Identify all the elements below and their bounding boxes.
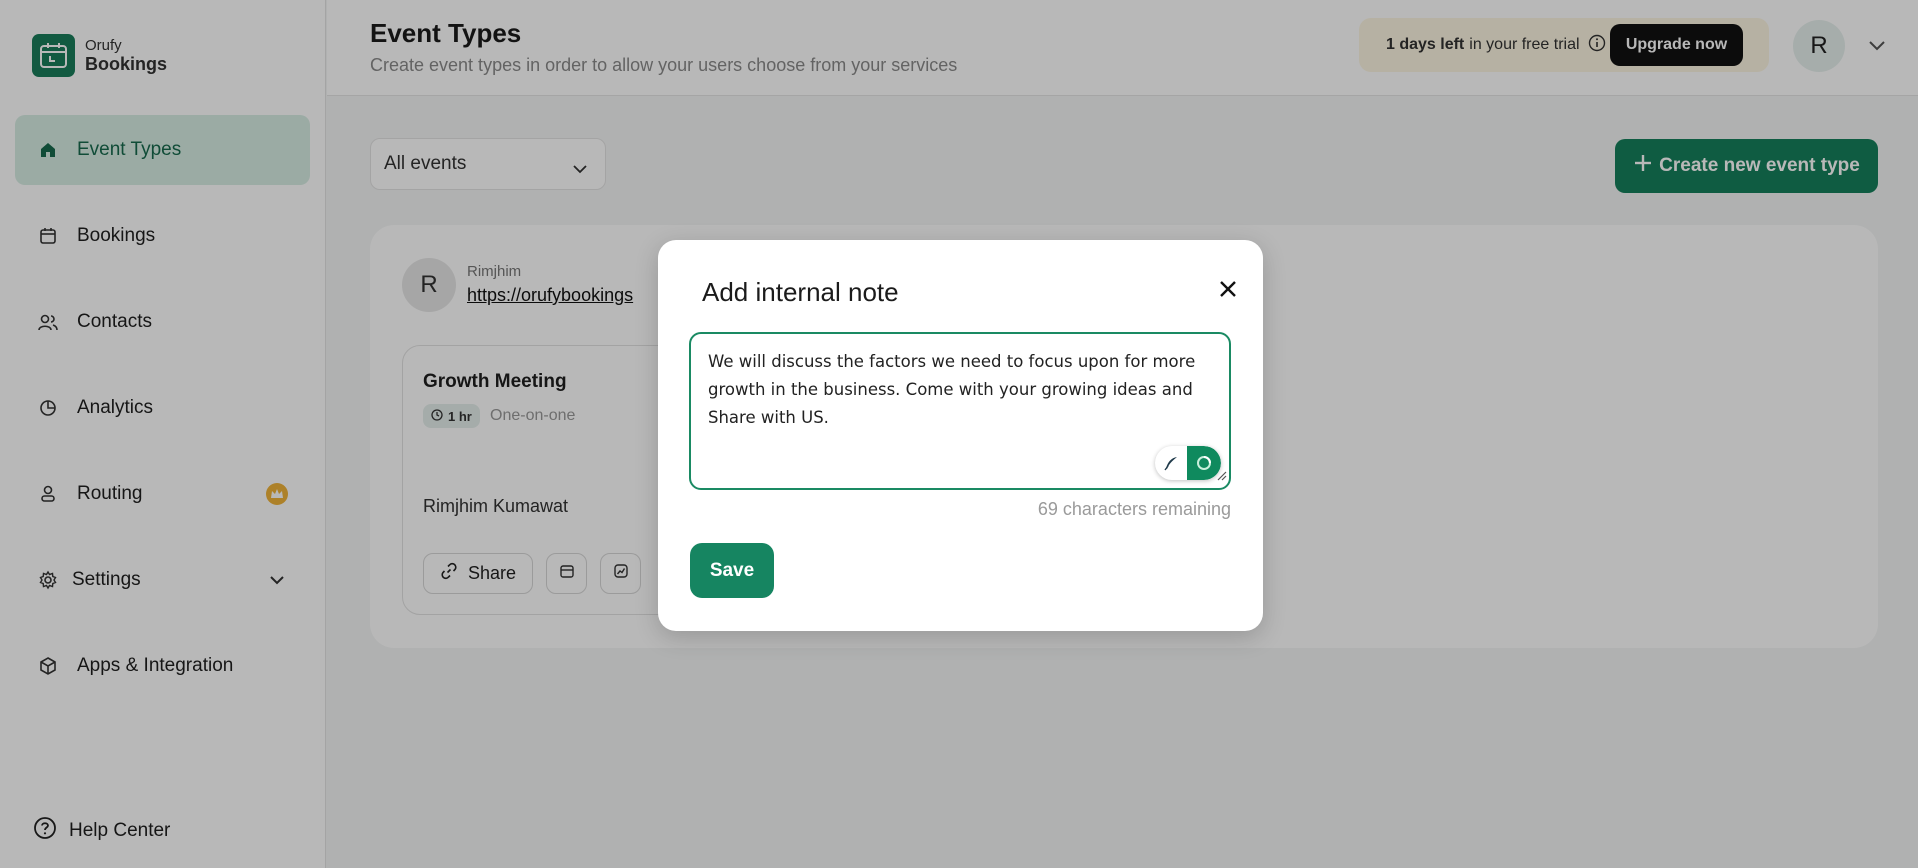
quill-icon[interactable] bbox=[1155, 446, 1187, 480]
resize-handle-icon[interactable] bbox=[1215, 468, 1227, 486]
note-tools bbox=[1155, 446, 1221, 480]
add-internal-note-dialog: Add internal note We will discuss the fa… bbox=[658, 240, 1263, 631]
close-button[interactable] bbox=[1213, 276, 1243, 306]
note-text[interactable]: We will discuss the factors we need to f… bbox=[708, 348, 1213, 432]
save-button[interactable]: Save bbox=[690, 543, 774, 598]
internal-note-textarea[interactable]: We will discuss the factors we need to f… bbox=[689, 332, 1231, 490]
modal-title: Add internal note bbox=[702, 277, 899, 307]
characters-remaining: 69 characters remaining bbox=[1037, 499, 1231, 519]
close-icon bbox=[1218, 279, 1238, 304]
